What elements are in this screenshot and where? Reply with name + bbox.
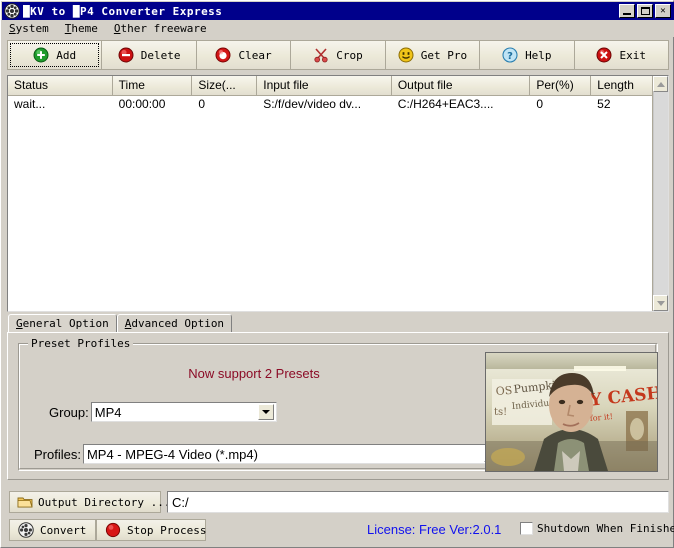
maximize-button[interactable] <box>637 4 653 18</box>
tab-advanced-option[interactable]: Advanced Option <box>117 314 232 333</box>
application-window: █KV to █P4 Converter Express ✕ System Th… <box>0 0 674 548</box>
profiles-select-value: MP4 - MPEG-4 Video (*.mp4) <box>84 447 484 462</box>
group-label: Group: <box>49 405 89 420</box>
shutdown-when-finished-checkbox[interactable]: Shutdown When Finished <box>520 522 674 535</box>
video-preview-thumbnail: OS Pumpkin Individuals ts! AY CASH for i… <box>485 352 658 472</box>
group-field-row: Group: MP4 <box>49 402 277 422</box>
menu-item-other-freeware[interactable]: Other freeware <box>114 22 207 35</box>
convert-button-label: Convert <box>40 524 86 537</box>
output-directory-input[interactable]: C:/ <box>167 491 669 513</box>
column-header-percent[interactable]: Per(%) <box>530 76 591 95</box>
scroll-up-button[interactable] <box>653 76 668 92</box>
yellow-smiley-icon <box>398 47 414 63</box>
group-select-value: MP4 <box>92 405 258 420</box>
column-header-output-file[interactable]: Output file <box>392 76 531 95</box>
film-reel-icon <box>4 3 20 19</box>
svg-text:OS: OS <box>495 384 512 398</box>
column-header-size[interactable]: Size(... <box>192 76 257 95</box>
svg-text:ts!: ts! <box>494 407 507 418</box>
cell-status: wait... <box>8 96 113 114</box>
scroll-down-button[interactable] <box>653 295 668 311</box>
film-reel-icon <box>18 522 34 538</box>
crop-button-label: Crop <box>336 49 363 62</box>
file-list-rows: wait... 00:00:00 0 S:/f/dev/video dv... … <box>8 96 652 114</box>
shutdown-when-finished-label: Shutdown When Finished <box>537 522 674 535</box>
help-button[interactable]: ? Help <box>480 41 574 69</box>
red-stop-circle-icon <box>105 522 121 538</box>
menu-item-theme[interactable]: Theme <box>65 22 98 35</box>
red-minus-circle-icon <box>118 47 134 63</box>
file-list-panel: Status Time Size(... Input file Output f… <box>7 75 669 312</box>
scrollbar-track[interactable] <box>653 92 668 295</box>
clear-button[interactable]: Clear <box>197 41 291 69</box>
get-pro-button-label: Get Pro <box>421 49 467 62</box>
output-directory-value: C:/ <box>172 495 189 510</box>
menu-bar: System Theme Other freeware <box>2 20 674 37</box>
file-list-body: Status Time Size(... Input file Output f… <box>8 76 652 311</box>
cell-percent: 0 <box>530 96 591 114</box>
add-button-label: Add <box>56 49 76 62</box>
options-tabstrip: General Option Advanced Option <box>8 314 668 333</box>
window-title: █KV to █P4 Converter Express <box>23 5 619 18</box>
cell-input-file: S:/f/dev/video dv... <box>257 96 392 114</box>
cell-output-file: C:/H264+EAC3.... <box>392 96 531 114</box>
cell-length: 52 <box>591 96 652 114</box>
toolbar: Add Delete Clear <box>7 40 669 70</box>
column-header-length[interactable]: Length <box>591 76 652 95</box>
window-controls: ✕ <box>619 4 671 18</box>
red-x-circle-icon <box>596 47 612 63</box>
checkbox-box[interactable] <box>520 522 533 535</box>
green-plus-circle-icon <box>33 47 49 63</box>
delete-button-label: Delete <box>141 49 181 62</box>
title-bar: █KV to █P4 Converter Express ✕ <box>2 2 674 20</box>
preset-note: Now support 2 Presets <box>19 366 489 381</box>
svg-text:?: ? <box>507 51 513 62</box>
cell-time: 00:00:00 <box>113 96 193 114</box>
convert-button[interactable]: Convert <box>9 519 96 541</box>
preset-profiles-title: Preset Profiles <box>28 337 133 350</box>
exit-button[interactable]: Exit <box>575 41 668 69</box>
add-button[interactable]: Add <box>8 41 102 69</box>
group-select[interactable]: MP4 <box>91 402 277 422</box>
crop-button[interactable]: Crop <box>291 41 385 69</box>
minimize-button[interactable] <box>619 4 635 18</box>
clear-button-label: Clear <box>238 49 271 62</box>
scissors-icon <box>313 47 329 63</box>
profiles-label: Profiles: <box>34 447 81 462</box>
output-directory-button-label: Output Directory ... <box>38 496 170 509</box>
stop-process-button-label: Stop Process <box>127 524 206 537</box>
close-button[interactable]: ✕ <box>655 4 671 18</box>
red-ring-icon <box>215 47 231 63</box>
folder-icon <box>17 494 33 510</box>
table-row[interactable]: wait... 00:00:00 0 S:/f/dev/video dv... … <box>8 96 652 114</box>
help-button-label: Help <box>525 49 552 62</box>
column-header-time[interactable]: Time <box>113 76 193 95</box>
output-directory-button[interactable]: Output Directory ... <box>9 491 161 513</box>
license-text: License: Free Ver:2.0.1 <box>367 522 501 537</box>
column-header-status[interactable]: Status <box>8 76 113 95</box>
file-list-scrollbar[interactable] <box>652 76 668 311</box>
file-list-header: Status Time Size(... Input file Output f… <box>8 76 652 96</box>
profiles-field-row: Profiles: MP4 - MPEG-4 Video (*.mp4) <box>34 444 503 464</box>
exit-button-label: Exit <box>619 49 646 62</box>
column-header-input-file[interactable]: Input file <box>257 76 392 95</box>
stop-process-button[interactable]: Stop Process <box>96 519 206 541</box>
menu-item-system[interactable]: System <box>9 22 49 35</box>
tab-general-option[interactable]: General Option <box>8 314 117 333</box>
chevron-down-icon[interactable] <box>258 404 274 420</box>
delete-button[interactable]: Delete <box>102 41 196 69</box>
get-pro-button[interactable]: Get Pro <box>386 41 480 69</box>
blue-question-icon: ? <box>502 47 518 63</box>
cell-size: 0 <box>192 96 257 114</box>
profiles-select[interactable]: MP4 - MPEG-4 Video (*.mp4) <box>83 444 503 464</box>
